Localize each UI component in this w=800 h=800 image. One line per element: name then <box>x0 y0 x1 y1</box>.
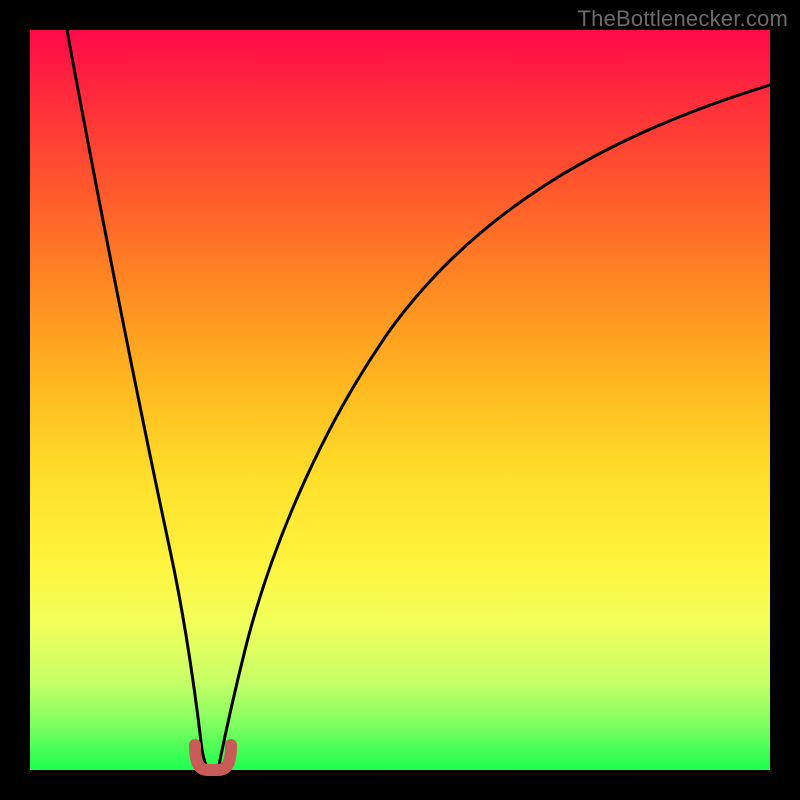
watermark-text: TheBottlenecker.com <box>578 6 788 32</box>
chart-frame: TheBottlenecker.com <box>0 0 800 800</box>
curve-left-branch <box>67 30 208 770</box>
curve-right-branch <box>218 85 770 770</box>
optimum-marker <box>195 745 231 770</box>
curve-layer <box>30 30 770 770</box>
plot-area <box>30 30 770 770</box>
